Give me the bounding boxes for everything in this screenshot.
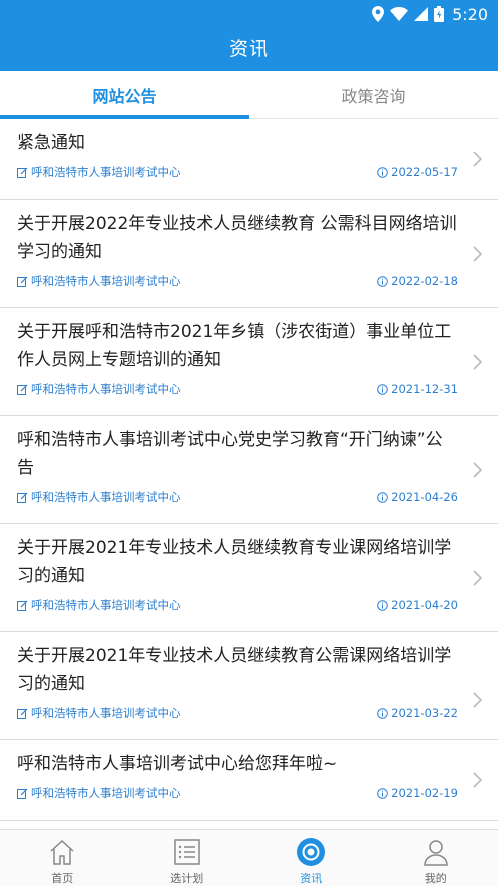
edit-icon <box>17 276 28 287</box>
article-title: 呼和浩特市人事培训考试中心给您拜年啦~ <box>17 754 338 774</box>
nav-news-label: 资讯 <box>300 872 323 885</box>
article-source: 呼和浩特市人事培训考试中心 <box>17 705 181 721</box>
info-icon <box>377 707 388 719</box>
target-icon <box>297 838 326 866</box>
edit-icon <box>17 384 28 395</box>
article-source-text: 呼和浩特市人事培训考试中心 <box>31 706 181 720</box>
chevron-right-icon <box>473 151 482 167</box>
article-item[interactable]: 关于开展2022年专业技术人员继续教育 公需科目网络培训学习的通知 呼和浩特市人… <box>0 200 498 308</box>
article-source-text: 呼和浩特市人事培训考试中心 <box>31 786 181 800</box>
info-icon <box>377 166 388 178</box>
signal-icon <box>414 7 429 21</box>
article-source-text: 呼和浩特市人事培训考试中心 <box>31 165 181 179</box>
nav-home[interactable]: 首页 <box>0 830 125 886</box>
article-source: 呼和浩特市人事培训考试中心 <box>17 597 181 613</box>
article-source: 呼和浩特市人事培训考试中心 <box>17 785 181 801</box>
wifi-icon <box>390 7 409 21</box>
article-source-text: 呼和浩特市人事培训考试中心 <box>31 382 181 396</box>
article-list: 紧急通知 呼和浩特市人事培训考试中心 2022-05-17 关于开展2022年专… <box>0 119 498 829</box>
article-date: 2021-02-19 <box>377 786 458 800</box>
chevron-right-icon <box>473 354 482 370</box>
nav-profile-label: 我的 <box>424 872 447 885</box>
chevron-right-icon <box>473 462 482 478</box>
article-title: 关于开展呼和浩特市2021年乡镇（涉农街道）事业单位工作人员网上专题培训的通知 <box>17 322 452 370</box>
battery-icon <box>434 6 445 22</box>
location-icon <box>372 6 385 22</box>
tab-policy-consulting[interactable]: 政策咨询 <box>249 71 498 118</box>
chevron-right-icon <box>473 772 482 788</box>
tab-site-announcements[interactable]: 网站公告 <box>0 71 249 119</box>
article-date-text: 2021-04-26 <box>391 490 458 504</box>
nav-plan-label: 选计划 <box>170 872 204 885</box>
home-icon <box>50 839 74 865</box>
info-icon <box>377 787 388 799</box>
app-header: 5:20 资讯 <box>0 0 498 71</box>
article-item[interactable]: 紧急通知 呼和浩特市人事培训考试中心 2022-05-17 <box>0 119 498 200</box>
article-date: 2021-03-22 <box>377 706 458 720</box>
article-source-text: 呼和浩特市人事培训考试中心 <box>31 274 181 288</box>
article-date: 2022-02-18 <box>377 274 458 288</box>
article-source: 呼和浩特市人事培训考试中心 <box>17 164 181 180</box>
article-title: 关于开展2021年专业技术人员继续教育公需课网络培训学习的通知 <box>17 646 452 694</box>
article-item[interactable]: 呼和浩特市人事培训考试中心党史学习教育“开门纳谏”公告 呼和浩特市人事培训考试中… <box>0 416 498 524</box>
edit-icon <box>17 708 28 719</box>
article-item[interactable]: 关于开展2021年专业技术人员继续教育公需课网络培训学习的通知 呼和浩特市人事培… <box>0 632 498 740</box>
info-icon <box>377 275 388 287</box>
article-date-text: 2022-05-17 <box>391 165 458 179</box>
user-icon <box>423 840 448 866</box>
article-title: 紧急通知 <box>17 133 85 153</box>
article-date-text: 2022-02-18 <box>391 274 458 288</box>
article-date-text: 2021-12-31 <box>391 382 458 396</box>
nav-profile[interactable]: 我的 <box>374 830 498 886</box>
article-item[interactable]: 关于开展2021年专业技术人员继续教育专业课网络培训学习的通知 呼和浩特市人事培… <box>0 524 498 632</box>
info-icon <box>377 491 388 503</box>
article-date: 2021-04-26 <box>377 490 458 504</box>
chevron-right-icon <box>473 692 482 708</box>
chevron-right-icon <box>473 246 482 262</box>
article-date: 2021-12-31 <box>377 382 458 396</box>
article-source-text: 呼和浩特市人事培训考试中心 <box>31 598 181 612</box>
edit-icon <box>17 167 28 178</box>
edit-icon <box>17 788 28 799</box>
article-source: 呼和浩特市人事培训考试中心 <box>17 273 181 289</box>
nav-plan[interactable]: 选计划 <box>125 830 250 886</box>
article-date-text: 2021-03-22 <box>391 706 458 720</box>
article-date-text: 2021-02-19 <box>391 786 458 800</box>
article-item[interactable]: 呼和浩特市人事培训考试中心给您拜年啦~ 呼和浩特市人事培训考试中心 2021-0… <box>0 740 498 821</box>
article-date-text: 2021-04-20 <box>391 598 458 612</box>
page-title: 资讯 <box>228 38 269 60</box>
article-item[interactable]: 关于开展呼和浩特市2021年乡镇（涉农街道）事业单位工作人员网上专题培训的通知 … <box>0 308 498 416</box>
article-date: 2022-05-17 <box>377 165 458 179</box>
article-title: 呼和浩特市人事培训考试中心党史学习教育“开门纳谏”公告 <box>17 430 443 478</box>
tab-bar: 网站公告 政策咨询 <box>0 71 498 119</box>
article-title: 关于开展2021年专业技术人员继续教育专业课网络培训学习的通知 <box>17 538 452 586</box>
nav-news[interactable]: 资讯 <box>249 830 374 886</box>
article-title: 关于开展2022年专业技术人员继续教育 公需科目网络培训学习的通知 <box>17 214 457 262</box>
article-source: 呼和浩特市人事培训考试中心 <box>17 381 181 397</box>
status-bar: 5:20 <box>372 3 488 25</box>
info-icon <box>377 383 388 395</box>
info-icon <box>377 599 388 611</box>
article-date: 2021-04-20 <box>377 598 458 612</box>
bottom-navigation: 首页 选计划 资讯 我的 <box>0 829 498 886</box>
status-time: 5:20 <box>452 4 488 24</box>
article-source-text: 呼和浩特市人事培训考试中心 <box>31 490 181 504</box>
chevron-right-icon <box>473 570 482 586</box>
list-icon <box>174 839 200 865</box>
nav-home-label: 首页 <box>51 872 74 885</box>
edit-icon <box>17 600 28 611</box>
edit-icon <box>17 492 28 503</box>
article-source: 呼和浩特市人事培训考试中心 <box>17 489 181 505</box>
